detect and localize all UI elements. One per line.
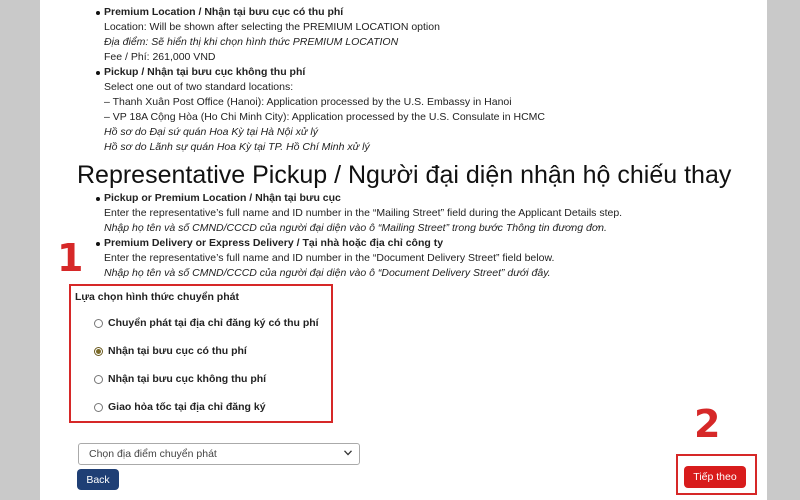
pickup-title: Pickup / Nhận tại bưu cục không thu phí (104, 66, 306, 78)
step-marker-2: 2 (694, 402, 721, 446)
pickup-note-hcmc: Hồ sơ do Lãnh sự quán Hoa Kỳ tại TP. Hồ … (104, 141, 370, 153)
pickup-option-hanoi: – Thanh Xuân Post Office (Hanoi): Applic… (104, 96, 512, 108)
premium-title: Premium Location / Nhận tại bưu cục có t… (104, 6, 344, 18)
pickup-option-hcmc: – VP 18A Cộng Hòa (Ho Chi Minh City): Ap… (104, 111, 546, 123)
rep-delivery-title: Premium Delivery or Express Delivery / T… (104, 237, 444, 249)
bullet (96, 242, 100, 246)
representative-heading: Representative Pickup / Người đại diện n… (77, 161, 732, 189)
step-marker-1: 1 (57, 236, 84, 280)
rep-delivery-en: Enter the representative’s full name and… (104, 252, 555, 264)
rep-pickup-en: Enter the representative’s full name and… (104, 207, 623, 219)
highlight-box-next-button (676, 454, 757, 495)
bullet (96, 71, 100, 75)
pickup-note-hanoi: Hồ sơ do Đại sứ quán Hoa Kỳ tại Hà Nội x… (104, 126, 318, 138)
chevron-down-icon (344, 449, 352, 457)
bullet (96, 197, 100, 201)
premium-fee: Fee / Phí: 261,000 VND (104, 51, 216, 63)
pickup-intro: Select one out of two standard locations… (104, 81, 294, 93)
rep-pickup-vi: Nhập họ tên và số CMND/CCCD của người đạ… (104, 222, 607, 234)
premium-location-vi: Địa điểm: Sẽ hiển thị khi chọn hình thức… (104, 36, 399, 48)
rep-pickup-title: Pickup or Premium Location / Nhận tại bư… (104, 192, 341, 204)
rep-delivery-vi: Nhập họ tên và số CMND/CCCD của người đạ… (104, 267, 551, 279)
select-value: Chọn địa điểm chuyển phát (89, 448, 217, 460)
premium-location-en: Location: Will be shown after selecting … (104, 21, 440, 33)
highlight-box-delivery-options (69, 284, 333, 423)
delivery-location-select[interactable]: Chọn địa điểm chuyển phát (78, 443, 360, 465)
bullet (96, 11, 100, 15)
page: Premium Location / Nhận tại bưu cục có t… (40, 0, 767, 500)
back-button[interactable]: Back (77, 469, 119, 490)
